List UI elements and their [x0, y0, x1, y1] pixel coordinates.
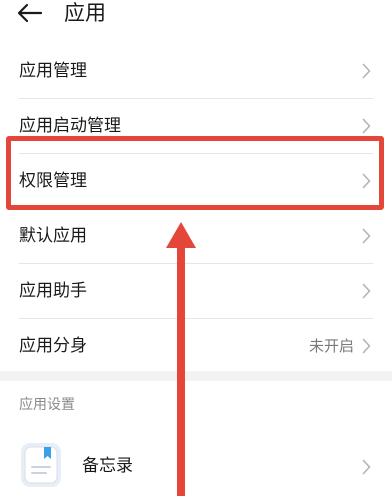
- menu-item-label: 应用分身: [19, 336, 87, 356]
- chevron-right-icon: [362, 118, 371, 134]
- chevron-right-icon: [362, 283, 371, 299]
- chevron-right-icon: [362, 228, 371, 244]
- app-item-label: 备忘录: [82, 456, 133, 476]
- notes-app-icon: [21, 443, 61, 487]
- page-title: 应用: [64, 1, 106, 25]
- chevron-right-icon: [362, 63, 371, 79]
- section-title: 应用设置: [19, 397, 75, 413]
- app-twin-status: 未开启: [308, 337, 354, 355]
- annotation-highlight-box: [6, 136, 384, 210]
- menu-item-label: 应用管理: [19, 61, 87, 81]
- menu-item-label: 应用助手: [19, 281, 87, 301]
- back-arrow-icon[interactable]: [14, 0, 44, 26]
- menu-item-app-management[interactable]: 应用管理: [0, 44, 392, 98]
- chevron-right-icon: [362, 338, 371, 354]
- menu-item-label: 默认应用: [19, 226, 87, 246]
- top-bar: 应用: [0, 0, 392, 34]
- chevron-right-icon: [362, 459, 371, 475]
- annotation-arrow: [166, 222, 196, 496]
